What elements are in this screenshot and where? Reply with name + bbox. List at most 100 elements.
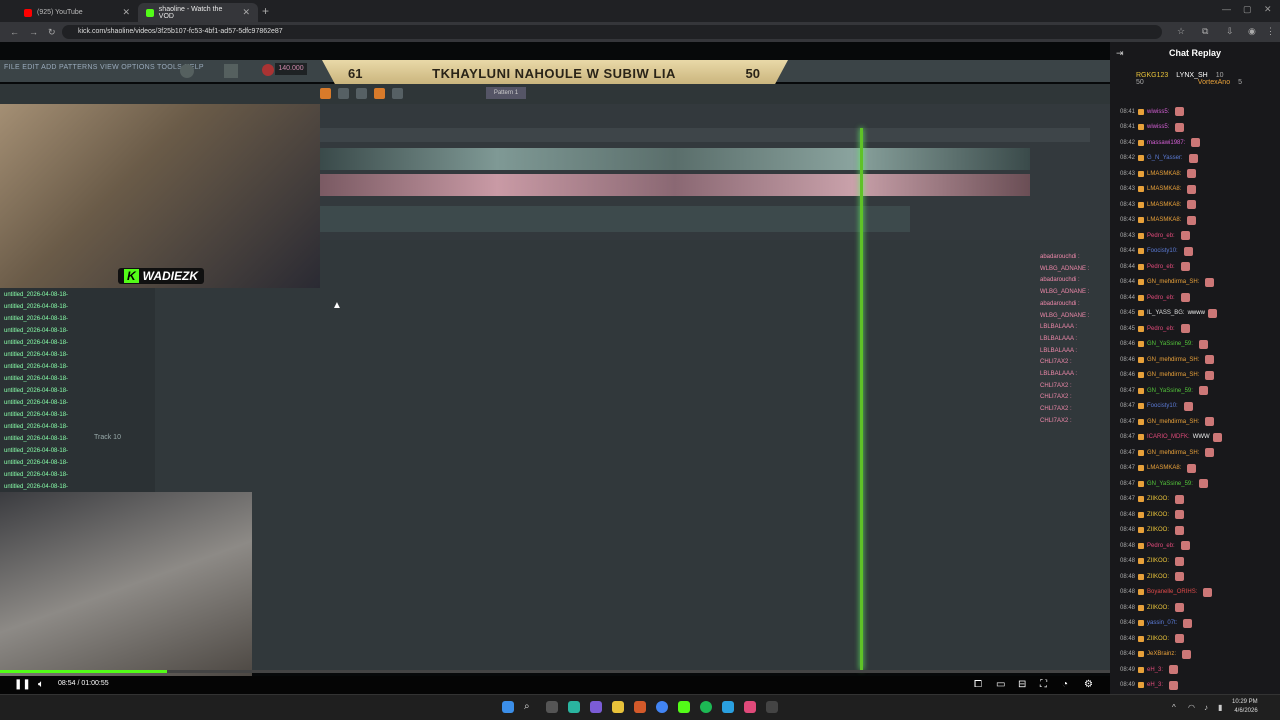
message-user[interactable]: Pedro_eb: xyxy=(1147,295,1175,301)
message-time: 08:41 xyxy=(1120,108,1136,115)
download-icon[interactable]: ⇩ xyxy=(1226,26,1234,37)
minimize-button[interactable]: — xyxy=(1222,4,1231,14)
speaker-icon[interactable]: ♪ xyxy=(1204,703,1208,712)
kick-icon[interactable] xyxy=(678,701,690,713)
message-user[interactable]: LMASMKA8: xyxy=(1147,202,1181,208)
battery-icon[interactable]: ▮ xyxy=(1218,703,1222,712)
emote-icon xyxy=(1187,169,1197,178)
message-user[interactable]: LMASMKA8: xyxy=(1147,217,1181,223)
settings-gear-icon[interactable]: ⚙ xyxy=(1084,679,1093,690)
message-user[interactable]: LMASMKA8: xyxy=(1147,186,1181,192)
badge-icon xyxy=(1138,310,1145,316)
message-user[interactable]: Boyanelle_ORIHS: xyxy=(1147,589,1197,595)
clip-icon[interactable]: ⧠ xyxy=(974,679,982,690)
maximize-button[interactable]: ▢ xyxy=(1243,4,1252,15)
app-icon[interactable] xyxy=(590,701,602,713)
app-icon[interactable] xyxy=(634,701,646,713)
track-clip-name: untitled_2026-04-08-18- xyxy=(4,400,69,406)
message-user[interactable]: Foocisty10: xyxy=(1147,403,1178,409)
message-user[interactable]: IL_YASS_BG: xyxy=(1147,310,1185,316)
speed-icon[interactable]: ◔ xyxy=(1062,679,1068,690)
message-user[interactable]: massawi1987: xyxy=(1147,140,1185,146)
url-field[interactable]: kick.com/shaoline/videos/3f25b107-fc53-4… xyxy=(62,25,1162,39)
message-user[interactable]: GN_mehdirma_SH: xyxy=(1147,357,1199,363)
wifi-icon[interactable]: ◠ xyxy=(1188,703,1195,712)
telegram-icon[interactable] xyxy=(722,701,734,713)
message-user[interactable]: GN_YaSsine_59: xyxy=(1147,341,1193,347)
spotify-icon[interactable] xyxy=(700,701,712,713)
message-user[interactable]: G_N_Yasser: xyxy=(1147,155,1183,161)
close-window-button[interactable]: ✕ xyxy=(1264,4,1272,15)
message-user[interactable]: Pedro_eb: xyxy=(1147,233,1175,239)
message-user[interactable]: wiwiss5: xyxy=(1147,109,1169,115)
bookmark-star-icon[interactable]: ☆ xyxy=(1177,26,1185,37)
task-view-icon[interactable] xyxy=(546,701,558,713)
message-user[interactable]: Pedro_eb: xyxy=(1147,264,1175,270)
message-user[interactable]: ZIIKOO: xyxy=(1147,527,1169,533)
badge-icon xyxy=(1138,201,1145,208)
file-explorer-icon[interactable] xyxy=(612,701,624,713)
message-user[interactable]: ZIIKOO: xyxy=(1147,512,1169,518)
chrome-icon[interactable] xyxy=(656,701,668,713)
message-user[interactable]: wiwiss5: xyxy=(1147,124,1169,130)
tool-icon xyxy=(320,88,331,99)
message-time: 08:47 xyxy=(1120,449,1136,456)
message-user[interactable]: ZIIKOO: xyxy=(1147,496,1169,502)
emote-icon xyxy=(1175,494,1185,504)
badge-icon xyxy=(1138,635,1145,642)
close-icon[interactable]: ✕ xyxy=(122,7,130,18)
system-clock[interactable]: 10:29 PM 4/6/2026 xyxy=(1232,698,1258,716)
forward-icon[interactable]: → xyxy=(29,27,38,37)
message-user[interactable]: LMASMKA8: xyxy=(1147,171,1181,177)
terminal-icon[interactable] xyxy=(766,701,778,713)
message-user[interactable]: eH_3: xyxy=(1147,667,1163,673)
windows-start-icon[interactable] xyxy=(502,701,514,713)
message-user[interactable]: ZIIKOO: xyxy=(1147,558,1169,564)
theater-icon[interactable]: ▭ xyxy=(996,679,1005,690)
message-user[interactable]: ZIIKOO: xyxy=(1147,636,1169,642)
message-user[interactable]: GN_mehdirma_SH: xyxy=(1147,450,1199,456)
new-tab-button[interactable]: + xyxy=(262,4,269,18)
message-time: 08:45 xyxy=(1120,325,1136,332)
emote-icon xyxy=(1175,634,1185,643)
volume-icon[interactable]: 🔈︎ xyxy=(38,679,44,690)
app-icon[interactable] xyxy=(744,701,756,713)
reload-icon[interactable]: ↻ xyxy=(48,27,56,38)
message-user[interactable]: Pedro_eb: xyxy=(1147,326,1175,332)
extensions-icon[interactable]: ⧉ xyxy=(1202,26,1208,37)
message-user[interactable]: Foocisty10: xyxy=(1147,248,1178,254)
emote-icon xyxy=(1175,603,1185,612)
message-user[interactable]: ICARIO_MDFK: xyxy=(1147,434,1190,440)
app-icon[interactable] xyxy=(568,701,580,713)
message-user[interactable]: ZIIKOO: xyxy=(1147,574,1169,580)
badge-icon xyxy=(1138,217,1145,223)
message-user[interactable]: GN_mehdirma_SH: xyxy=(1147,372,1199,378)
emote-icon xyxy=(1180,293,1190,302)
search-icon[interactable]: ⌕ xyxy=(524,701,536,713)
pause-icon[interactable]: ❚❚ xyxy=(14,679,31,690)
message-user[interactable]: GN_mehdirma_SH: xyxy=(1147,279,1199,285)
message-user[interactable]: GN_mehdirma_SH: xyxy=(1147,419,1199,425)
message-user[interactable]: GN_YaSsine_59: xyxy=(1147,388,1193,394)
tray-chevron-icon[interactable]: ^ xyxy=(1172,703,1176,712)
message-time: 08:48 xyxy=(1120,589,1136,595)
fullscreen-icon[interactable]: ⛶ xyxy=(1040,679,1047,690)
message-user[interactable]: Pedro_eb: xyxy=(1147,543,1175,549)
tab-youtube[interactable]: (925) YouTube ✕ xyxy=(16,3,138,22)
menu-icon[interactable]: ⋮ xyxy=(1266,26,1275,37)
progress-fill xyxy=(0,670,167,673)
chat-message: 08:48 yassin_07t: xyxy=(1120,618,1193,628)
youtube-icon xyxy=(24,8,32,17)
miniplayer-icon[interactable]: ⊟ xyxy=(1018,679,1026,690)
message-user[interactable]: GN_YaSsine_59: xyxy=(1147,481,1193,487)
message-user[interactable]: yassin_07t: xyxy=(1147,620,1177,626)
message-user[interactable]: eH_3: xyxy=(1147,682,1163,688)
profile-icon[interactable]: ◉ xyxy=(1248,26,1256,37)
message-user[interactable]: ZIIKOO: xyxy=(1147,605,1169,611)
progress-bar[interactable] xyxy=(0,670,1110,673)
message-user[interactable]: LMASMKA8: xyxy=(1147,465,1181,471)
tab-kick[interactable]: shaoline - Watch the VOD ✕ xyxy=(138,3,258,22)
close-icon[interactable]: ✕ xyxy=(242,7,250,18)
message-user[interactable]: JeXBrainz: xyxy=(1147,651,1176,657)
back-icon[interactable]: ← xyxy=(10,27,19,37)
